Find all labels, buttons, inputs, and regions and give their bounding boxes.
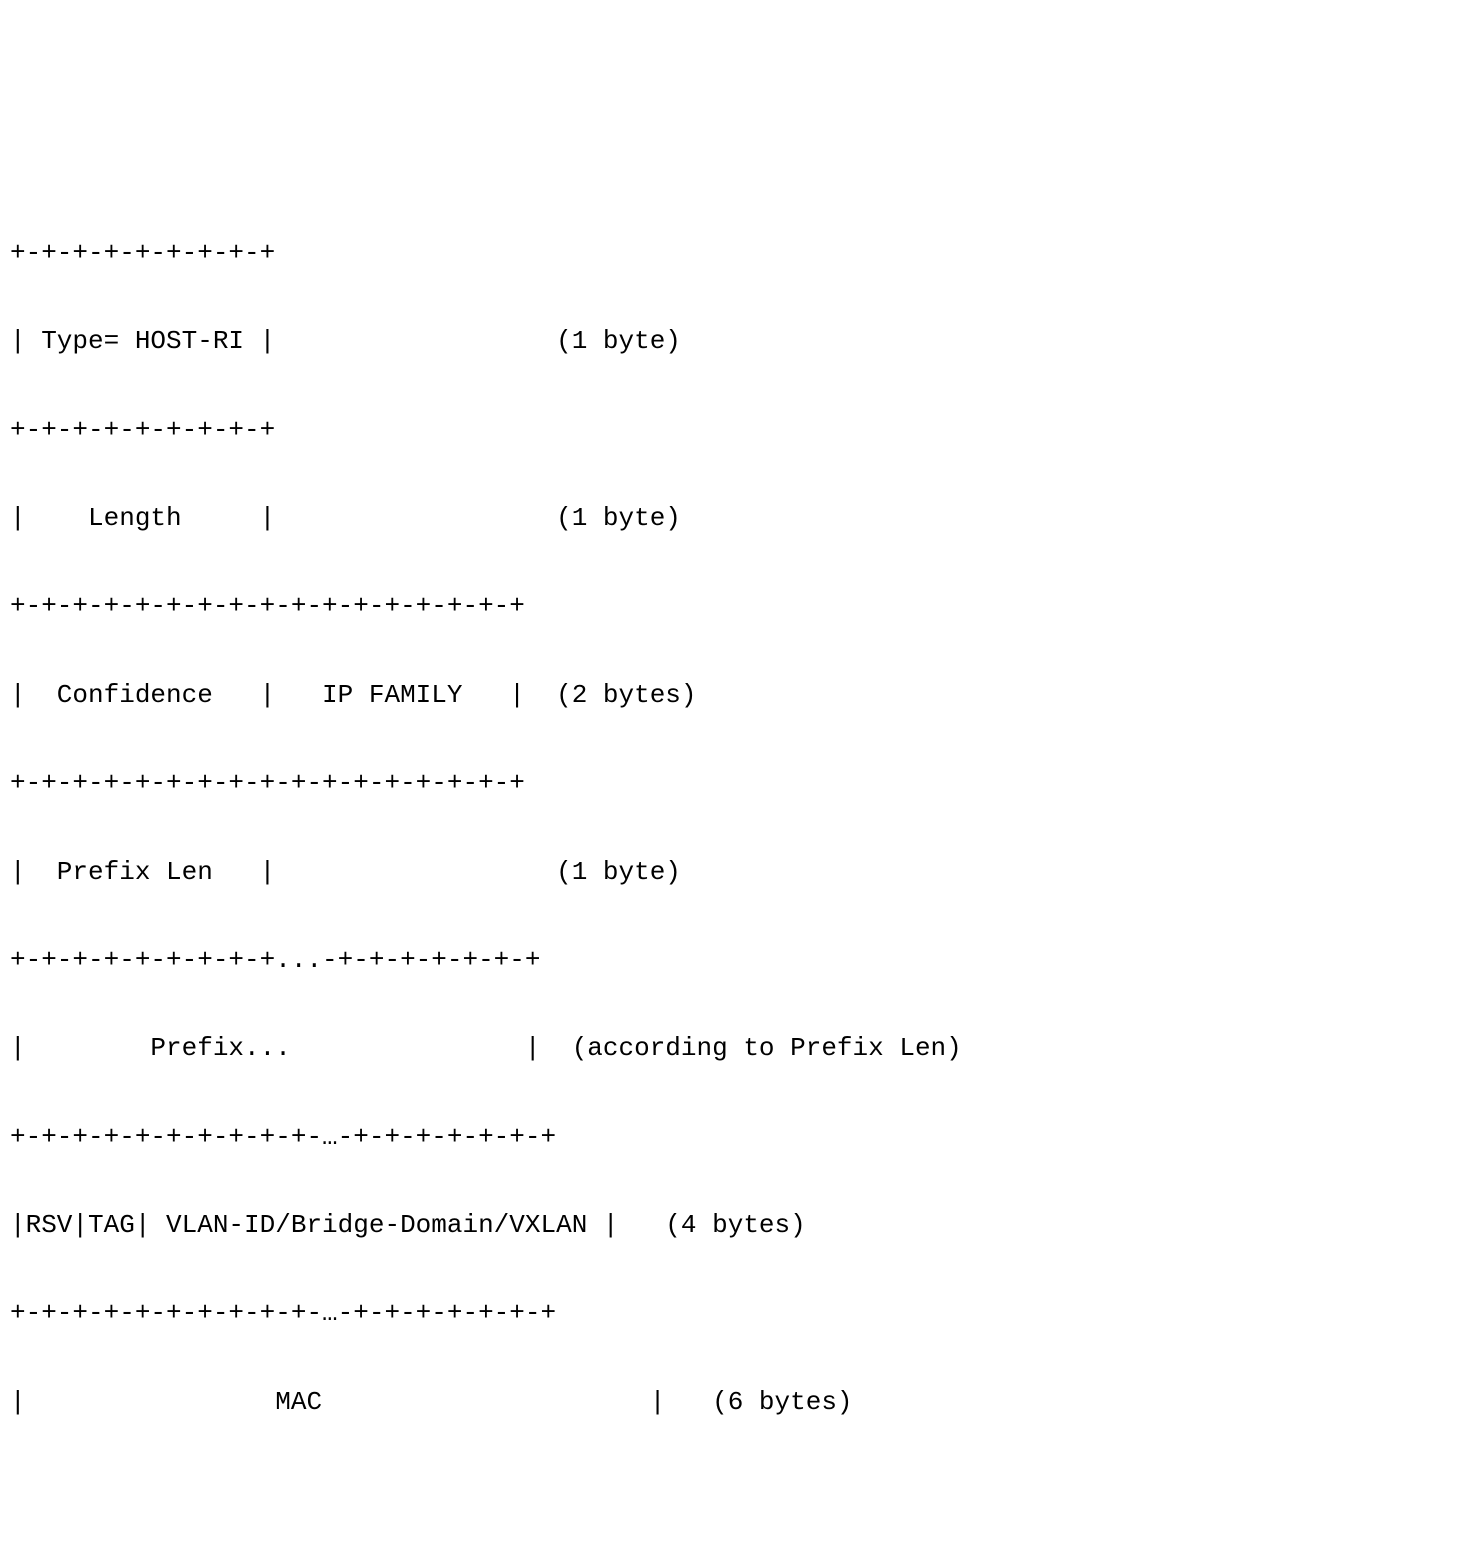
border-line-2: +-+-+-+-+-+-+-+-+-+-+-+-+-+-+-+-+ <box>10 584 1470 628</box>
border-line-3: +-+-+-+-+-+-+-+-+-+-+-+-+-+-+-+-+ <box>10 761 1470 805</box>
field-vlan-row: |RSV|TAG| VLAN-ID/Bridge-Domain/VXLAN | … <box>10 1203 1470 1247</box>
border-line-6: +-+-+-+-+-+-+-+-+-+-…-+-+-+-+-+-+-+ <box>10 1291 1470 1335</box>
border-line-0: +-+-+-+-+-+-+-+-+ <box>10 231 1470 275</box>
field-mac-row: | MAC | (6 bytes) <box>10 1380 1470 1424</box>
border-line-4: +-+-+-+-+-+-+-+-+...-+-+-+-+-+-+-+ <box>10 938 1470 982</box>
field-length-row: | Length | (1 byte) <box>10 496 1470 540</box>
field-prefixlen-row: | Prefix Len | (1 byte) <box>10 850 1470 894</box>
packet-format-diagram: +-+-+-+-+-+-+-+-+ | Type= HOST-RI | (1 b… <box>10 187 1470 1468</box>
field-confidence-ipfamily-row: | Confidence | IP FAMILY | (2 bytes) <box>10 673 1470 717</box>
border-line-5: +-+-+-+-+-+-+-+-+-+-…-+-+-+-+-+-+-+ <box>10 1115 1470 1159</box>
field-prefix-row: | Prefix... | (according to Prefix Len) <box>10 1026 1470 1070</box>
field-type-row: | Type= HOST-RI | (1 byte) <box>10 319 1470 363</box>
border-line-1: +-+-+-+-+-+-+-+-+ <box>10 408 1470 452</box>
